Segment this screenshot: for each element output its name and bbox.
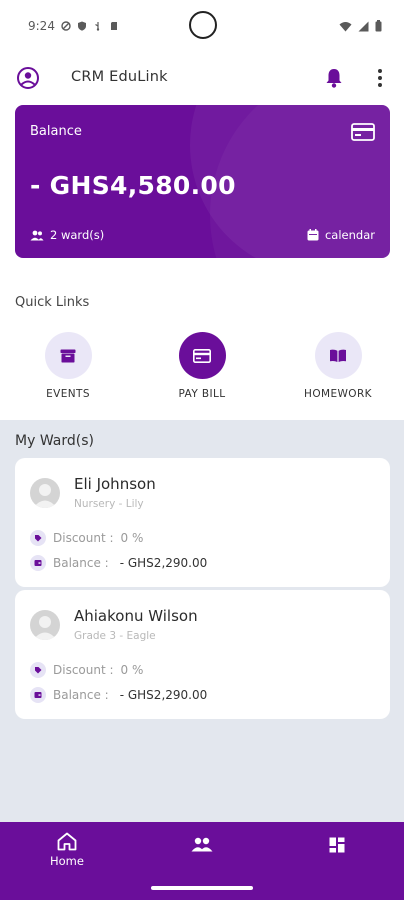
people-icon bbox=[191, 837, 213, 852]
notification-bell-icon[interactable] bbox=[324, 67, 344, 89]
balance-amount: - GHS4,580.00 bbox=[30, 171, 236, 200]
person-placeholder-icon bbox=[33, 484, 57, 508]
ward-card[interactable]: Eli Johnson Nursery - Lily Discount : 0 … bbox=[15, 458, 390, 587]
balance-value: - GHS2,290.00 bbox=[119, 556, 208, 570]
open-book-icon bbox=[330, 349, 346, 362]
sd-card-icon bbox=[110, 22, 117, 30]
bottom-nav: Home bbox=[0, 822, 404, 900]
quick-link-circle bbox=[314, 332, 362, 379]
nav-item-dashboard[interactable] bbox=[329, 837, 345, 853]
credit-card-icon bbox=[193, 348, 211, 363]
calendar-icon bbox=[307, 229, 319, 241]
status-right bbox=[339, 20, 382, 32]
wards-section: My Ward(s) Eli Johnson Nursery - Lily Di… bbox=[0, 420, 404, 822]
discount-value: 0 % bbox=[120, 663, 144, 677]
wallet-icon bbox=[34, 692, 42, 698]
ward-discount-row: Discount : 0 % bbox=[30, 530, 143, 546]
calendar-link[interactable]: calendar bbox=[307, 228, 375, 242]
battery-icon bbox=[375, 20, 382, 32]
archive-box-icon bbox=[60, 349, 76, 362]
app-header: CRM EduLink bbox=[0, 60, 404, 96]
wifi-icon bbox=[339, 21, 352, 31]
profile-icon[interactable] bbox=[16, 66, 40, 90]
balance-label: Balance : bbox=[53, 556, 109, 570]
quick-link-label: EVENTS bbox=[46, 388, 90, 400]
tag-icon-wrap bbox=[30, 530, 46, 546]
quick-link-pay-bill[interactable]: PAY BILL bbox=[147, 332, 257, 400]
wards-count-label: 2 ward(s) bbox=[50, 228, 105, 242]
balance-label: Balance : bbox=[53, 688, 109, 702]
phone-screen: 9:24 CRM EduLink Balance - GHS4,580.00 2… bbox=[0, 0, 404, 900]
discount-label: Discount : bbox=[53, 531, 114, 545]
ward-balance-row: Balance : - GHS2,290.00 bbox=[30, 555, 207, 571]
ward-card[interactable]: Ahiakonu Wilson Grade 3 - Eagle Discount… bbox=[15, 590, 390, 719]
do-not-disturb-icon bbox=[61, 21, 71, 31]
avatar bbox=[30, 610, 60, 640]
quick-link-label: PAY BILL bbox=[178, 388, 226, 400]
front-camera bbox=[189, 11, 217, 39]
wards-count: 2 ward(s) bbox=[30, 228, 104, 242]
usb-icon bbox=[95, 22, 100, 31]
people-icon bbox=[30, 230, 44, 240]
ward-name: Ahiakonu Wilson bbox=[74, 607, 198, 625]
ward-name: Eli Johnson bbox=[74, 475, 156, 493]
person-placeholder-icon bbox=[33, 616, 57, 640]
shield-icon bbox=[77, 21, 86, 31]
signal-icon bbox=[358, 21, 369, 31]
balance-label: Balance bbox=[30, 124, 82, 139]
quick-link-circle bbox=[178, 332, 226, 379]
quick-link-circle bbox=[44, 332, 92, 379]
balance-card[interactable]: Balance - GHS4,580.00 2 ward(s) calendar bbox=[15, 105, 390, 258]
quick-link-events[interactable]: EVENTS bbox=[13, 332, 123, 400]
tag-icon bbox=[35, 535, 42, 542]
quick-link-label: HOMEWORK bbox=[304, 388, 372, 400]
nav-home-label: Home bbox=[50, 854, 84, 868]
dashboard-grid-icon bbox=[329, 837, 345, 853]
ward-class: Grade 3 - Eagle bbox=[74, 630, 156, 642]
avatar bbox=[30, 478, 60, 508]
ward-class: Nursery - Lily bbox=[74, 498, 144, 510]
ward-balance-row: Balance : - GHS2,290.00 bbox=[30, 687, 207, 703]
calendar-label: calendar bbox=[324, 228, 375, 242]
wallet-icon-wrap bbox=[30, 555, 46, 571]
status-time: 9:24 bbox=[28, 19, 55, 33]
nav-item-home[interactable]: Home bbox=[50, 832, 84, 868]
more-options-icon[interactable] bbox=[373, 67, 387, 89]
credit-card-icon bbox=[351, 123, 375, 141]
wallet-icon bbox=[34, 560, 42, 566]
tag-icon-wrap bbox=[30, 662, 46, 678]
wards-title: My Ward(s) bbox=[15, 433, 94, 449]
gesture-home-indicator[interactable] bbox=[151, 886, 253, 890]
discount-label: Discount : bbox=[53, 663, 114, 677]
balance-value: - GHS2,290.00 bbox=[119, 688, 208, 702]
home-icon bbox=[57, 832, 77, 851]
status-left: 9:24 bbox=[28, 19, 119, 33]
quick-links-title: Quick Links bbox=[15, 295, 90, 310]
tag-icon bbox=[35, 667, 42, 674]
quick-link-homework[interactable]: HOMEWORK bbox=[283, 332, 393, 400]
wallet-icon-wrap bbox=[30, 687, 46, 703]
discount-value: 0 % bbox=[120, 531, 144, 545]
app-title: CRM EduLink bbox=[71, 69, 168, 85]
nav-item-wards[interactable] bbox=[191, 837, 213, 852]
ward-discount-row: Discount : 0 % bbox=[30, 662, 143, 678]
